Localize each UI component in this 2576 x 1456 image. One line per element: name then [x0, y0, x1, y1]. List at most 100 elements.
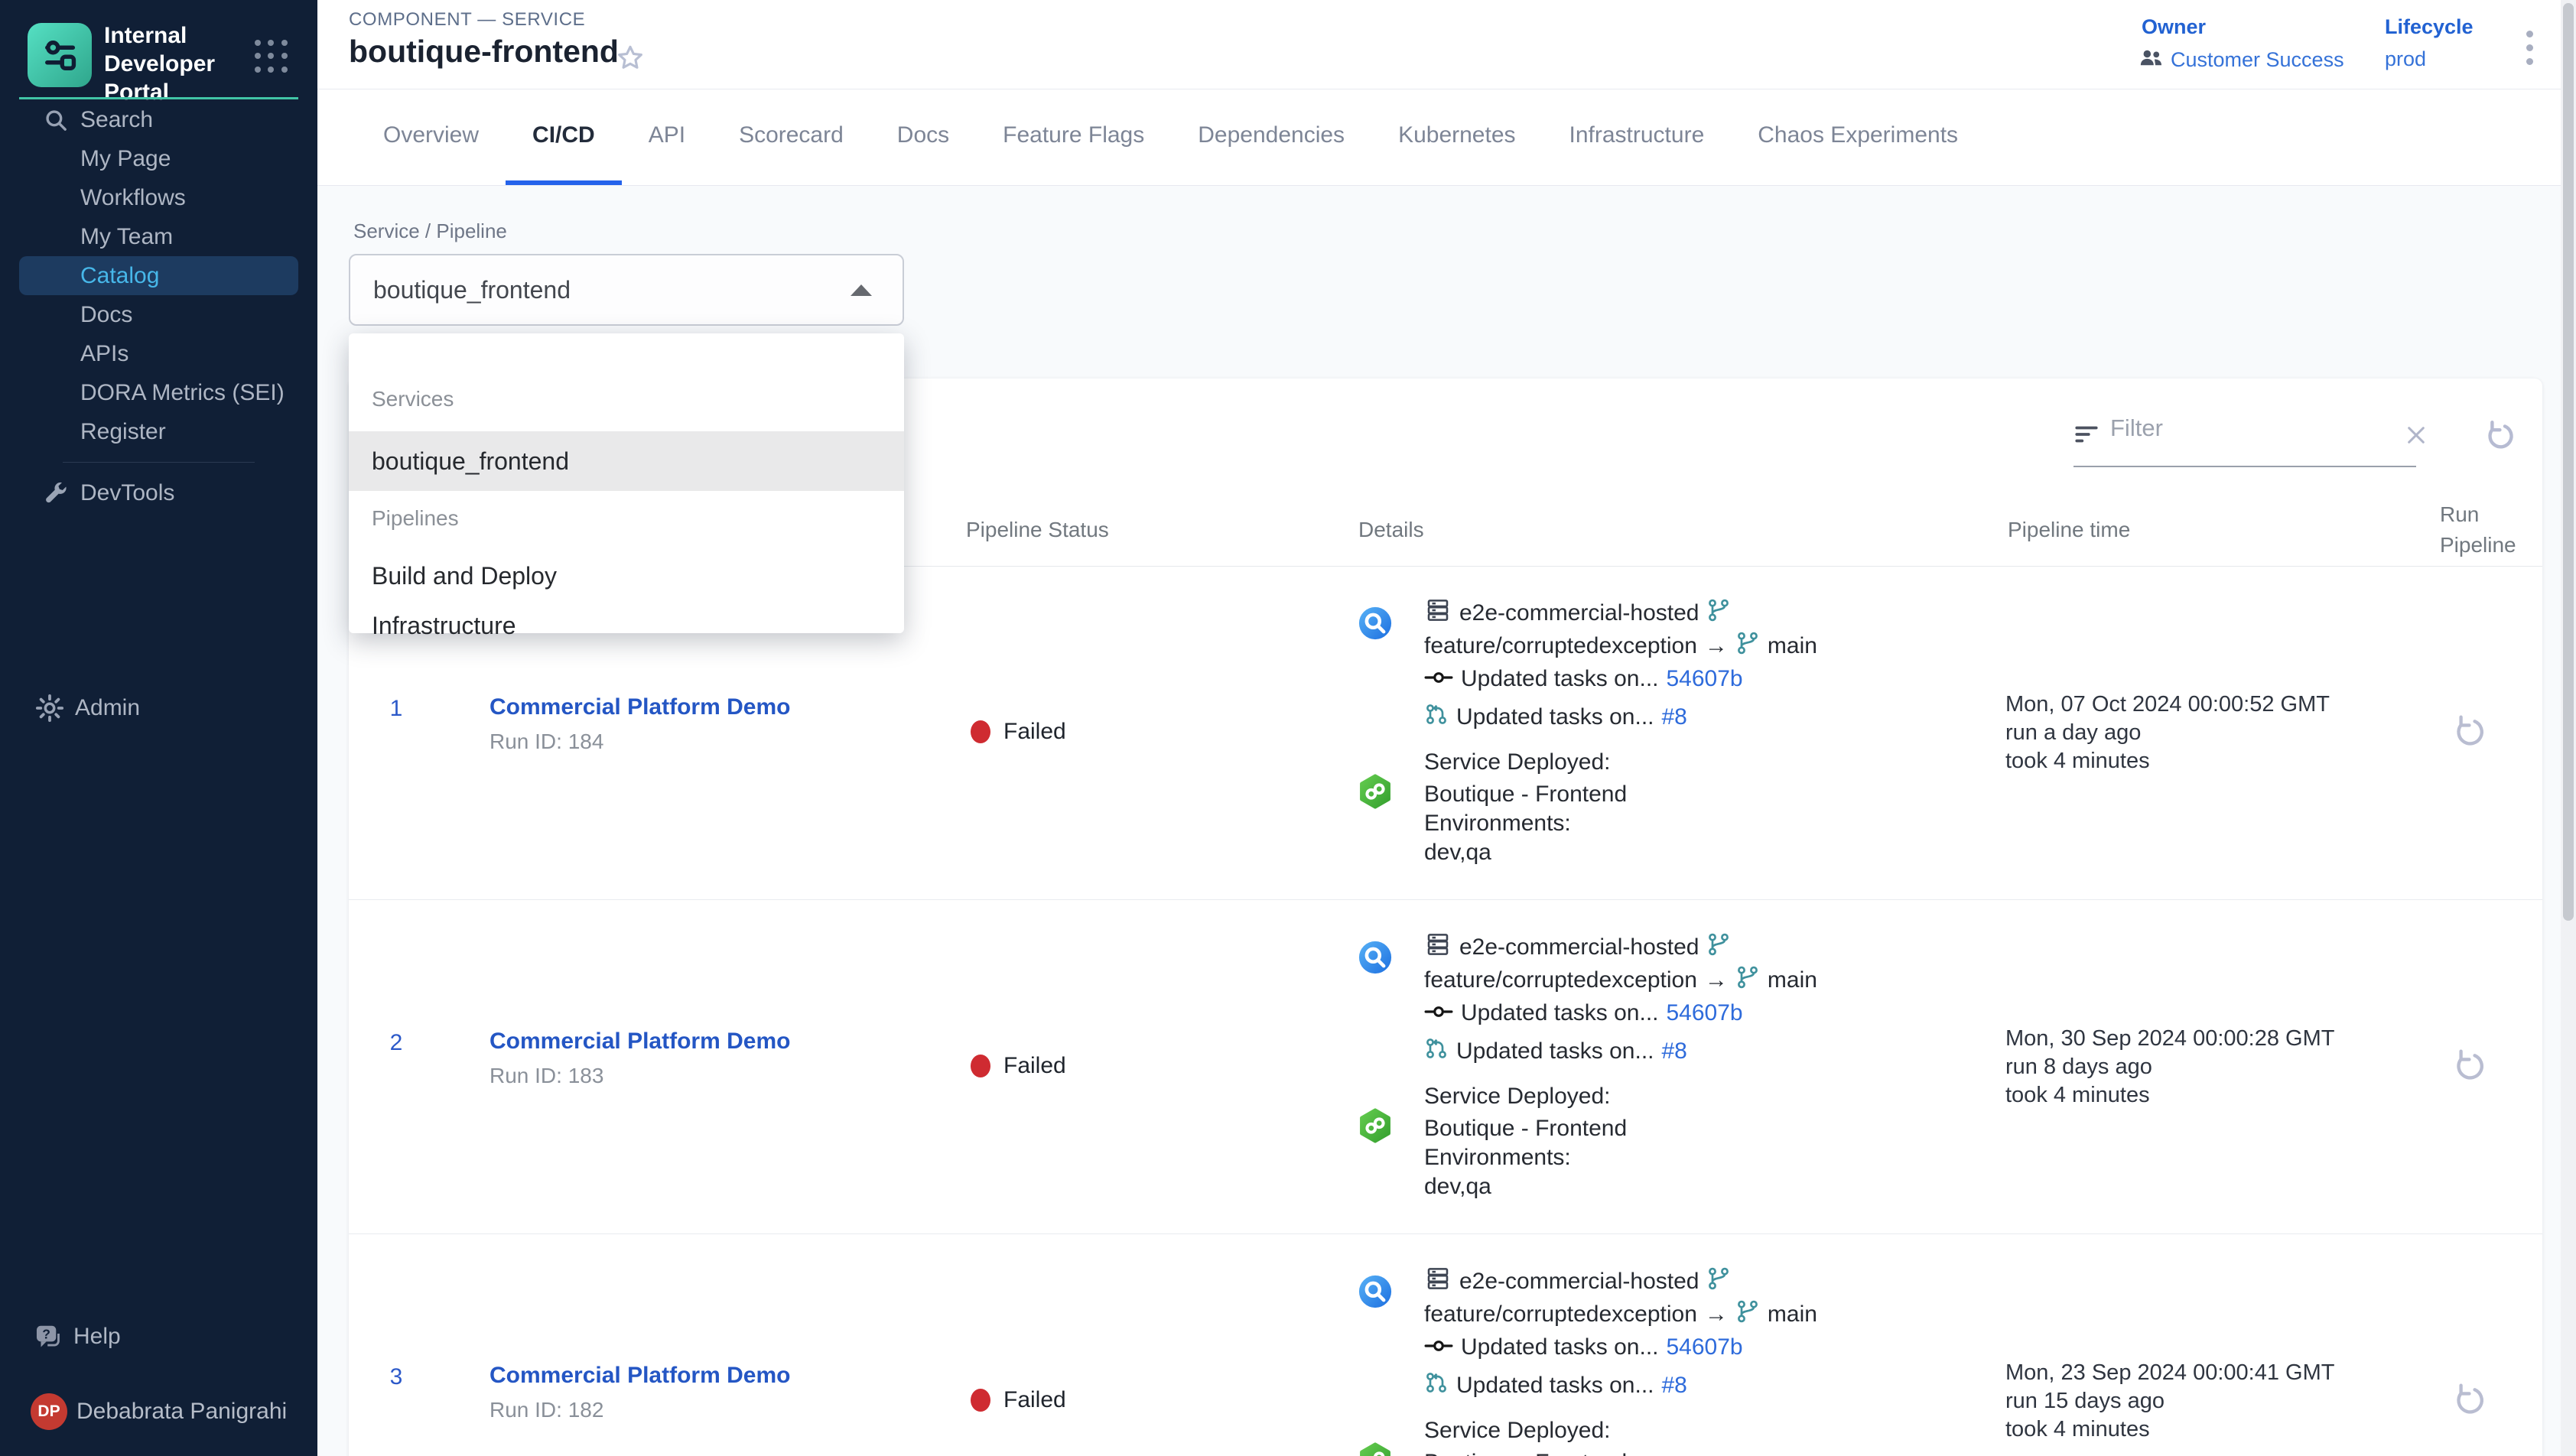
app-logo[interactable] [28, 23, 92, 87]
time-gmt: Mon, 30 Sep 2024 00:00:28 GMT [2005, 1025, 2334, 1053]
deploy-service: Boutique - Frontend [1424, 1112, 1627, 1145]
kebab-menu-icon[interactable] [2514, 31, 2545, 76]
lifecycle-value: prod [2385, 47, 2426, 71]
pull-request-icon [1424, 1036, 1449, 1067]
sidebar-item-apis[interactable]: APIs [0, 334, 317, 373]
avatar: DP [31, 1393, 67, 1430]
services-group-header: Services [372, 387, 454, 411]
owner-value[interactable]: Customer Success [2171, 48, 2344, 72]
retry-icon[interactable] [2449, 713, 2489, 756]
refresh-icon[interactable] [2481, 418, 2518, 459]
favorite-star-icon[interactable] [614, 42, 646, 78]
sidebar-item-help[interactable]: ? Help [0, 1317, 317, 1357]
retry-icon[interactable] [2449, 1047, 2489, 1090]
tab-kubernetes[interactable]: Kubernetes [1371, 89, 1542, 185]
table-row: 2 Commercial Platform Demo Run ID: 183 F… [349, 900, 2542, 1234]
details-pr-line: Updated tasks on... #8 [1424, 1035, 1687, 1068]
pr-message: Updated tasks on... [1456, 1038, 1654, 1064]
tab-scorecard[interactable]: Scorecard [712, 89, 870, 185]
commit-message: Updated tasks on... [1461, 666, 1659, 692]
ci-build-icon [1358, 606, 1393, 645]
sidebar-item-catalog[interactable]: Catalog [19, 256, 298, 295]
sidebar-item-search[interactable]: Search [0, 100, 317, 139]
option-infrastructure[interactable]: Infrastructure [349, 596, 904, 655]
selected-service: boutique_frontend [373, 276, 571, 304]
sidebar-item-register[interactable]: Register [0, 412, 317, 451]
cd-deploy-icon [1358, 774, 1393, 813]
user-menu[interactable]: DP Debabrata Panigrahi [0, 1390, 317, 1433]
details-commit-line: Updated tasks on... 54607b [1424, 1331, 1743, 1363]
scrollbar-thumb[interactable] [2563, 3, 2574, 921]
pipeline-name-link[interactable]: Commercial Platform Demo [490, 694, 790, 720]
cd-deploy-icon [1358, 1442, 1393, 1456]
env-label: Environments: [1424, 807, 1571, 840]
commit-link[interactable]: 54607b [1667, 1000, 1743, 1026]
sidebar-item-label: Register [80, 419, 166, 445]
sidebar-item-label: Workflows [80, 185, 186, 211]
run-id: Run ID: 182 [490, 1398, 603, 1422]
pipeline-name-link[interactable]: Commercial Platform Demo [490, 1029, 790, 1055]
apps-grid-icon[interactable] [255, 40, 290, 75]
pr-message: Updated tasks on... [1456, 1373, 1654, 1399]
svg-text:?: ? [42, 1327, 50, 1342]
repo-name[interactable]: e2e-commercial-hosted [1459, 1269, 1699, 1295]
sidebar-item-admin[interactable]: Admin [0, 688, 317, 728]
sidebar-item-label: DevTools [80, 480, 174, 506]
status-text: Failed [1003, 719, 1066, 745]
sidebar-item-my-page[interactable]: My Page [0, 139, 317, 178]
sidebar-item-label: Admin [75, 695, 140, 721]
commit-link[interactable]: 54607b [1667, 1334, 1743, 1360]
deploy-label: Service Deployed: [1424, 1414, 1610, 1447]
tab-api[interactable]: API [622, 89, 712, 185]
option-boutique-frontend[interactable]: boutique_frontend [349, 431, 904, 491]
tab-docs[interactable]: Docs [870, 89, 976, 185]
sidebar-item-label: Help [73, 1324, 121, 1350]
scrollbar-track[interactable] [2561, 0, 2576, 1456]
sidebar-item-docs[interactable]: Docs [0, 295, 317, 334]
sidebar-item-workflows[interactable]: Workflows [0, 178, 317, 217]
git-commit-icon [1424, 666, 1453, 692]
gear-icon [35, 694, 64, 723]
pr-link[interactable]: #8 [1662, 704, 1687, 730]
sidebar-item-label: Search [80, 107, 153, 133]
row-index: 2 [379, 1030, 413, 1056]
app-title: Internal Developer Portal [104, 21, 249, 106]
tab-chaos-experiments[interactable]: Chaos Experiments [1731, 89, 1985, 185]
table-row: 3 Commercial Platform Demo Run ID: 182 F… [349, 1234, 2542, 1456]
commit-link[interactable]: 54607b [1667, 666, 1743, 692]
git-commit-icon [1424, 1000, 1453, 1026]
sidebar-item-devtools[interactable]: DevTools [0, 473, 317, 512]
sidebar-item-my-team[interactable]: My Team [0, 217, 317, 256]
filter-underline [2073, 466, 2416, 467]
search-icon [43, 107, 69, 133]
arrow: → [1705, 633, 1728, 659]
details-pr-line: Updated tasks on... #8 [1424, 700, 1687, 733]
pr-link[interactable]: #8 [1662, 1373, 1687, 1399]
clear-filter-icon[interactable] [2404, 423, 2428, 451]
sidebar-nav: Search My Page Workflows My Team Catalog… [0, 100, 317, 512]
repo-name[interactable]: e2e-commercial-hosted [1459, 600, 1699, 626]
service-pipeline-select[interactable]: boutique_frontend [349, 254, 904, 326]
deploy-service: Boutique - Frontend [1424, 778, 1627, 811]
details-repo-line: e2e-commercial-hosted [1424, 596, 1731, 629]
pull-request-icon [1424, 702, 1449, 733]
owner-link[interactable]: Customer Success [2139, 47, 2344, 73]
pr-link[interactable]: #8 [1662, 1038, 1687, 1064]
cicd-content: Service / Pipeline [317, 186, 2576, 1456]
tab-infrastructure[interactable]: Infrastructure [1543, 89, 1732, 185]
lifecycle-label: Lifecycle [2385, 15, 2474, 39]
main-area: COMPONENT — SERVICE boutique-frontend Ow… [317, 0, 2576, 1456]
tab-cicd[interactable]: CI/CD [506, 89, 622, 185]
git-branch-icon [1735, 1299, 1760, 1330]
tab-feature-flags[interactable]: Feature Flags [976, 89, 1171, 185]
repo-name[interactable]: e2e-commercial-hosted [1459, 934, 1699, 960]
filter-input[interactable] [2109, 414, 2364, 443]
sidebar-divider [63, 462, 255, 463]
tab-dependencies[interactable]: Dependencies [1171, 89, 1371, 185]
sidebar-item-dora-metrics[interactable]: DORA Metrics (SEI) [0, 373, 317, 412]
tab-overview[interactable]: Overview [356, 89, 506, 185]
pipeline-name-link[interactable]: Commercial Platform Demo [490, 1363, 790, 1389]
git-branch-icon [1706, 1266, 1731, 1297]
retry-icon[interactable] [2449, 1381, 2489, 1425]
repo-icon [1424, 1265, 1452, 1298]
